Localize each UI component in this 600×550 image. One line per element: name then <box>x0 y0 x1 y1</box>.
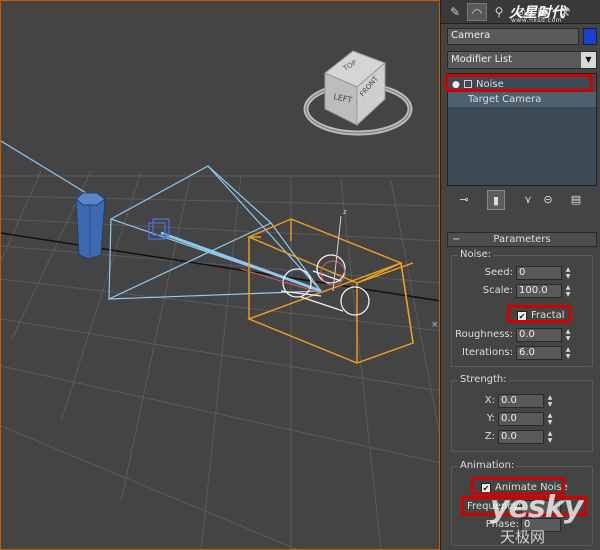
hierarchy-tab-icon[interactable]: ⚲ <box>489 3 509 21</box>
hxsd-watermark-url: www.hxsd.com <box>511 17 563 24</box>
viewport-scene: z LEFT FRONT TOP × <box>1 50 439 549</box>
roughness-spin-arrows-icon[interactable]: ▲ ▼ <box>564 328 572 342</box>
strength-x-spin-arrows-icon[interactable]: ▲ ▼ <box>546 394 554 408</box>
command-panel: ✎ ◠ ⚲ ◎ ▣ ⚒ 火星时代 www.hxsd.com Camera Mod… <box>440 0 600 550</box>
modifier-list-dropdown[interactable]: Modifier List ▼ <box>447 51 597 69</box>
noise-group-title: Noise: <box>458 249 494 260</box>
stack-item-target-camera[interactable]: Target Camera <box>448 92 596 107</box>
roughness-spinner[interactable]: 0.0 <box>516 328 562 342</box>
strength-group-title: Strength: <box>458 374 509 385</box>
object-color-swatch[interactable] <box>583 28 597 45</box>
roughness-label: Roughness: <box>455 329 513 340</box>
strength-z-label: Z: <box>484 431 495 442</box>
viewport-edge-marker: × <box>431 320 439 330</box>
stack-toolbar: ⊸ ▮ ⋎ ⊝ ▤ <box>447 190 597 210</box>
viewcube[interactable]: LEFT FRONT TOP <box>303 50 413 136</box>
rollout-title: Parameters <box>493 234 551 245</box>
strength-x-label: X: <box>484 395 495 406</box>
strength-y-spin-arrows-icon[interactable]: ▲ ▼ <box>546 412 554 426</box>
scale-spinner[interactable]: 100.0 <box>516 284 562 298</box>
z-axis-label: z <box>343 208 347 216</box>
remove-modifier-icon[interactable]: ⊝ <box>539 190 557 210</box>
create-tab-icon[interactable]: ✎ <box>445 3 465 21</box>
home-grid <box>1 170 439 549</box>
stack-item-label: Target Camera <box>468 94 542 105</box>
scale-label: Scale: <box>482 285 513 296</box>
chevron-down-icon[interactable]: ▼ <box>581 52 596 68</box>
seed-label: Seed: <box>484 267 513 278</box>
make-unique-icon[interactable]: ⋎ <box>519 190 537 210</box>
seed-spin-arrows-icon[interactable]: ▲ ▼ <box>564 266 572 280</box>
perspective-viewport[interactable]: z LEFT FRONT TOP × <box>0 0 440 550</box>
animation-group-title: Animation: <box>458 460 517 471</box>
yesky-watermark: yesky <box>490 490 583 525</box>
strength-y-spinner[interactable]: 0.0 <box>498 412 544 426</box>
modifier-list-label: Modifier List <box>451 54 513 65</box>
highlight-fractal <box>507 305 571 323</box>
seed-spinner[interactable]: 0 <box>516 266 562 280</box>
object-name-field[interactable]: Camera <box>447 28 579 45</box>
command-panel-tabs: ✎ ◠ ⚲ ◎ ▣ ⚒ 火星时代 www.hxsd.com <box>441 0 600 24</box>
strength-y-label: Y: <box>486 413 495 424</box>
highlight-noise-modifier <box>445 74 593 92</box>
iterations-spin-arrows-icon[interactable]: ▲ ▼ <box>564 346 572 360</box>
configure-modifier-sets-icon[interactable]: ▤ <box>567 190 585 210</box>
camera-selection-box <box>247 218 414 364</box>
grid-axis-line <box>1 232 439 302</box>
show-end-result-icon[interactable]: ▮ <box>487 190 505 210</box>
parameters-rollout-header[interactable]: − Parameters <box>447 232 597 247</box>
yesky-watermark-cn: 天极网 <box>500 528 546 546</box>
modify-tab-icon[interactable]: ◠ <box>467 3 487 21</box>
strength-z-spin-arrows-icon[interactable]: ▲ ▼ <box>546 430 554 444</box>
pin-stack-icon[interactable]: ⊸ <box>455 190 473 210</box>
iterations-spinner[interactable]: 6.0 <box>516 346 562 360</box>
iterations-label: Iterations: <box>462 347 513 358</box>
collapse-icon[interactable]: − <box>452 233 460 246</box>
cylinder-object <box>75 192 106 260</box>
strength-x-spinner[interactable]: 0.0 <box>498 394 544 408</box>
strength-z-spinner[interactable]: 0.0 <box>498 430 544 444</box>
scale-spin-arrows-icon[interactable]: ▲ ▼ <box>564 284 572 298</box>
